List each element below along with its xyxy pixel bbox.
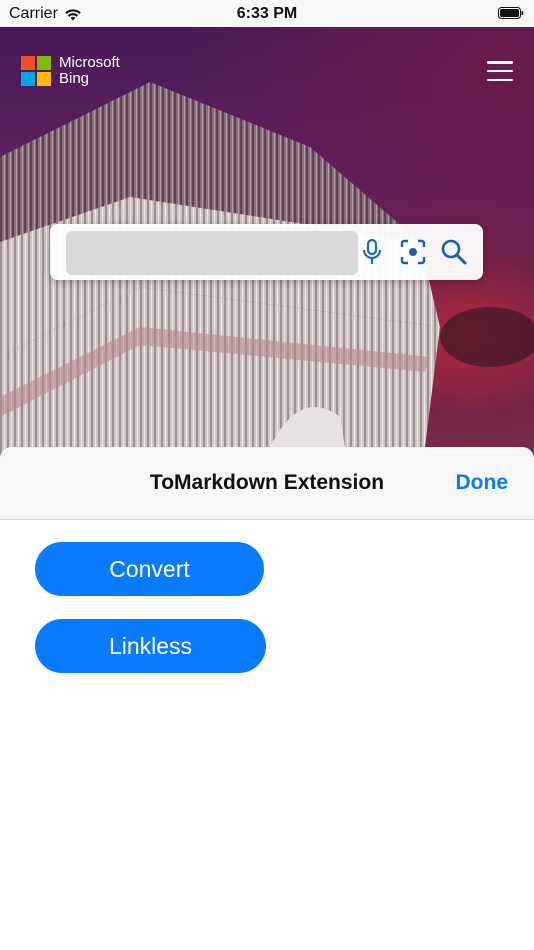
search-input[interactable]: [66, 231, 358, 275]
brand-text: Microsoft Bing: [59, 55, 120, 87]
brand-line-bing: Bing: [59, 70, 90, 87]
brand-line-microsoft: Microsoft: [59, 54, 120, 71]
microsoft-bing-logo[interactable]: Microsoft Bing: [21, 55, 120, 87]
search-box: [50, 224, 483, 280]
background-webpage: Microsoft Bing: [0, 27, 534, 467]
extension-sheet: ToMarkdown Extension Done Convert Linkle…: [0, 447, 534, 950]
sheet-header: ToMarkdown Extension Done: [0, 447, 534, 520]
status-bar: Carrier 6:33 PM: [0, 0, 534, 27]
search-icon[interactable]: [440, 238, 468, 266]
convert-button[interactable]: Convert: [35, 542, 264, 596]
screen: Carrier 6:33 PM Microsoft Bing ToMarkdow…: [0, 0, 534, 950]
battery-icon: [498, 7, 524, 19]
done-button[interactable]: Done: [456, 471, 509, 495]
hamburger-menu-icon[interactable]: [487, 61, 513, 81]
camera-search-icon[interactable]: [399, 238, 427, 266]
sheet-title: ToMarkdown Extension: [149, 471, 385, 494]
status-time: 6:33 PM: [236, 5, 298, 22]
linkless-button[interactable]: Linkless: [35, 619, 266, 673]
microsoft-logo-icon: [21, 56, 51, 86]
microphone-icon[interactable]: [358, 238, 386, 266]
